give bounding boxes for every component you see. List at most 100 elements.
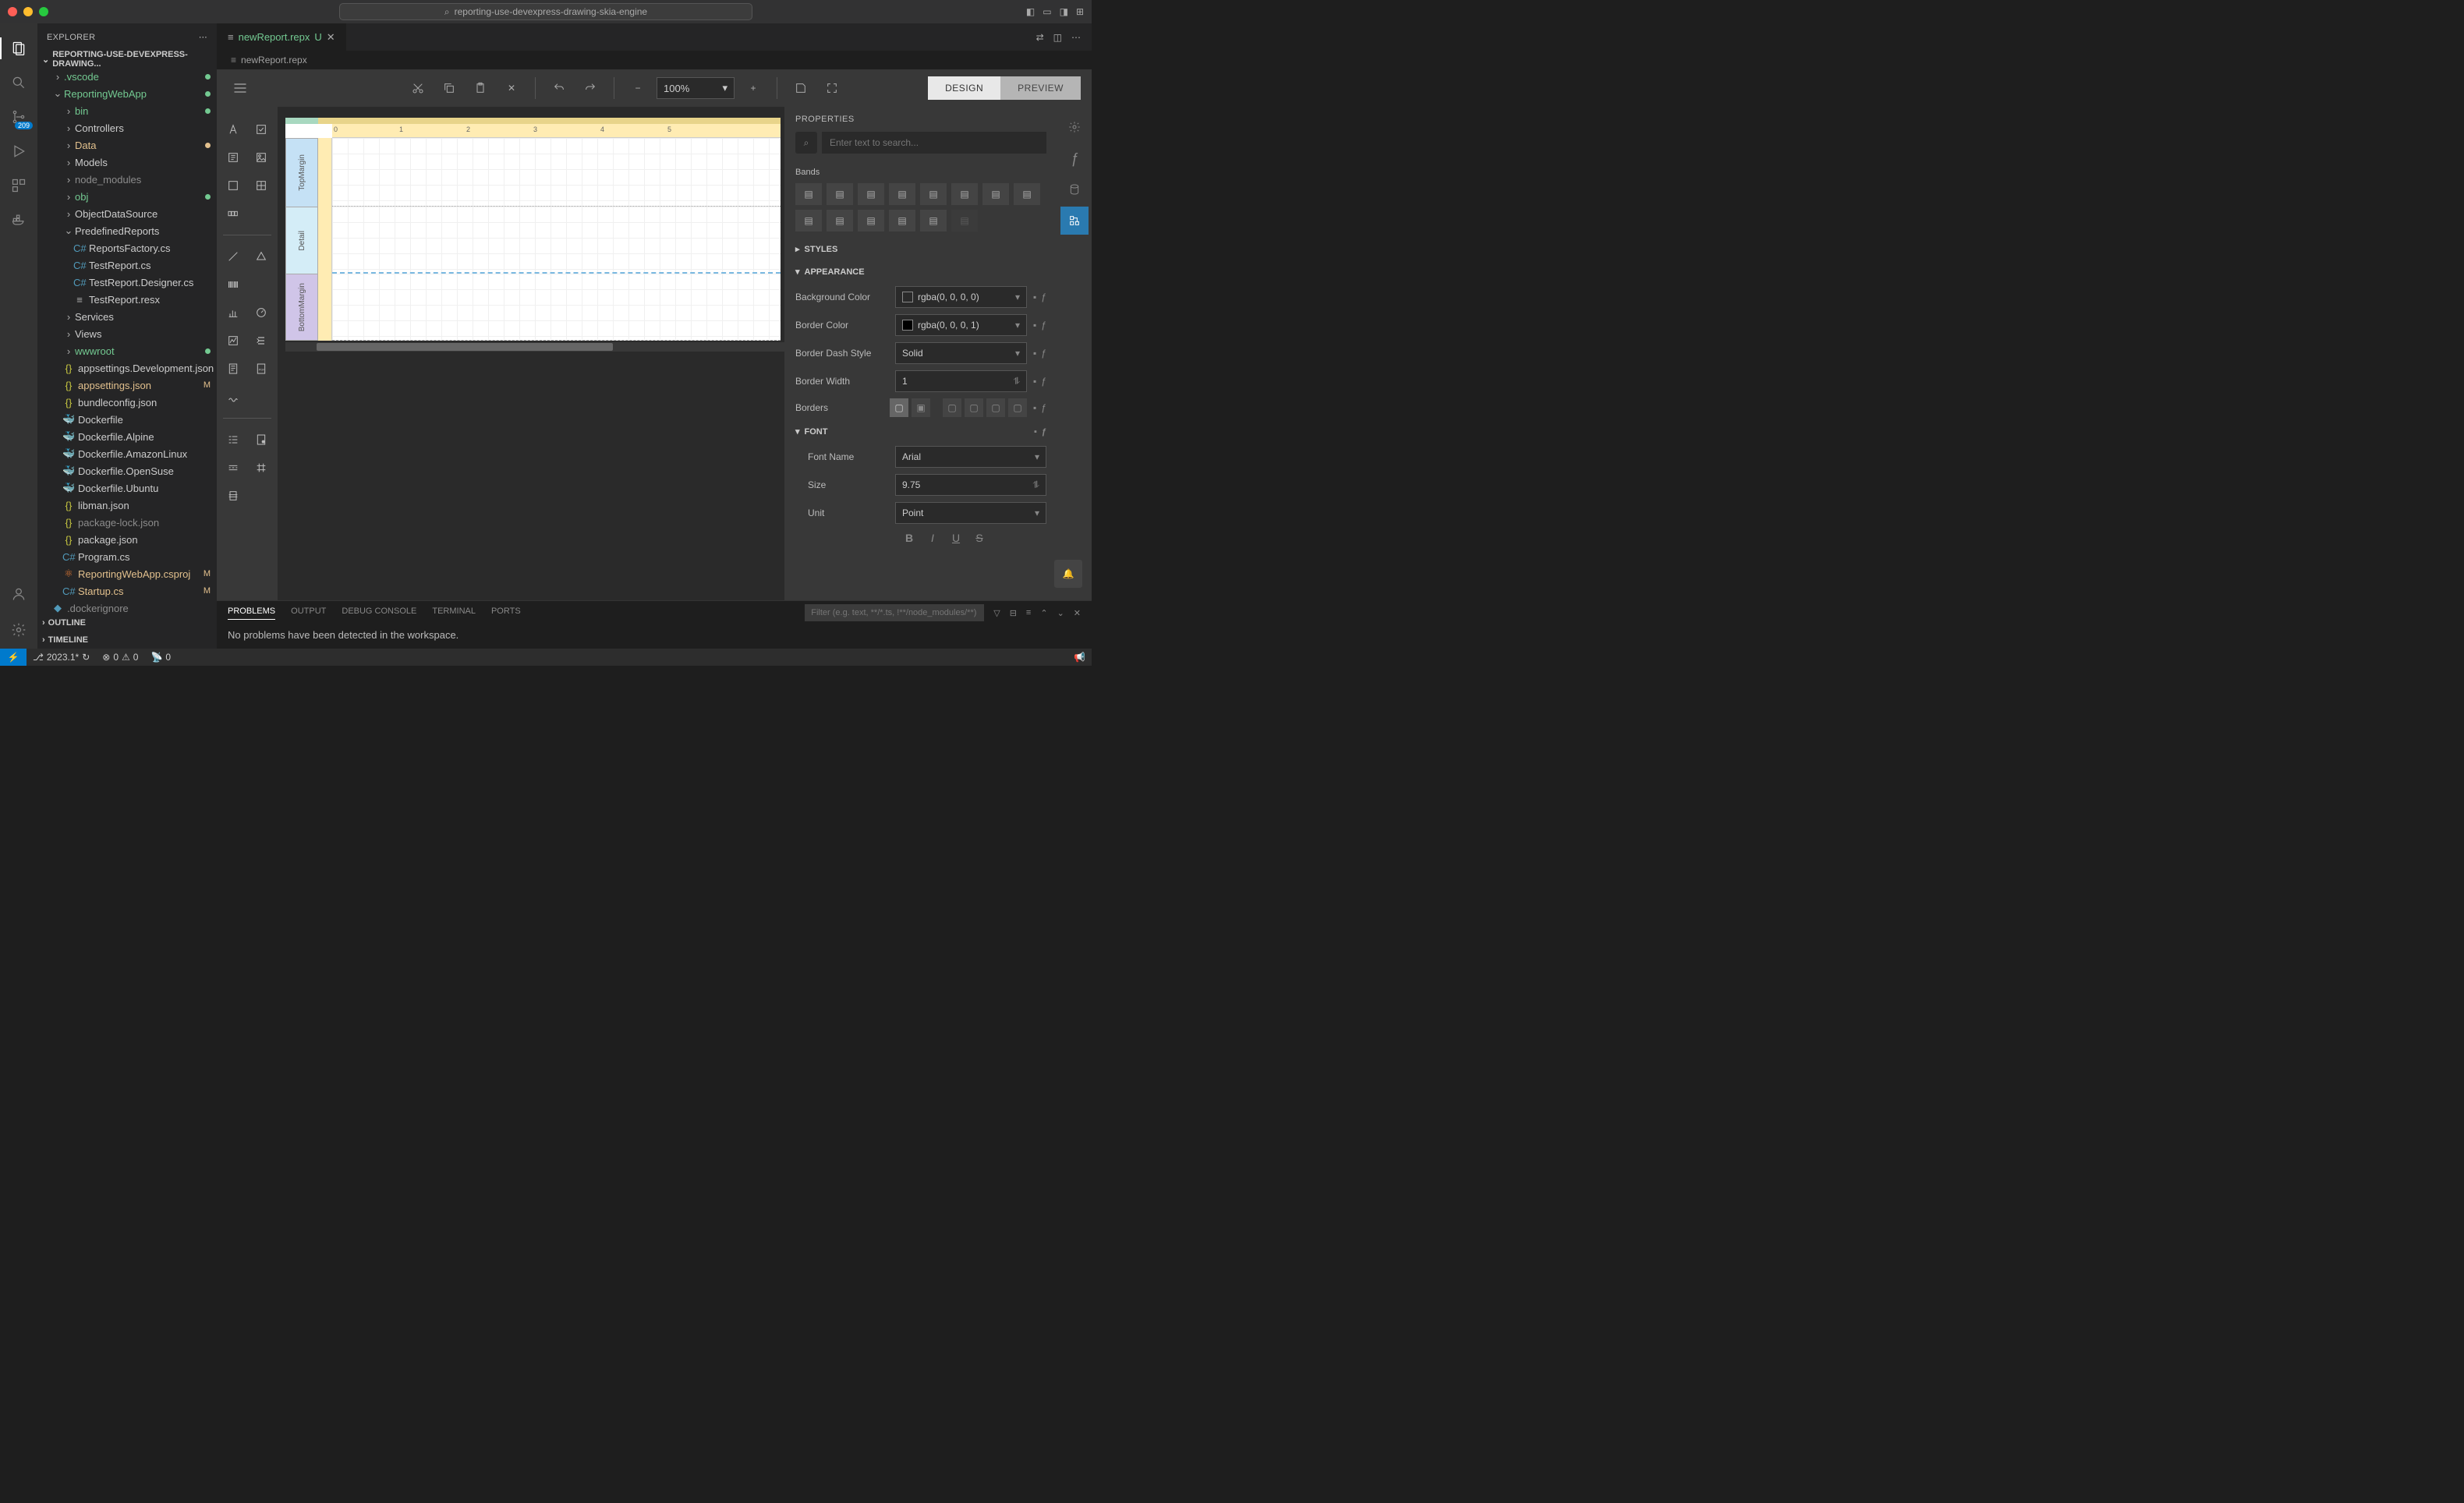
band-type-btn[interactable]: ▤: [795, 183, 822, 205]
strike-btn[interactable]: S: [972, 530, 987, 546]
source-control-icon[interactable]: 209: [8, 106, 30, 128]
tree-folder[interactable]: ›.vscode: [37, 68, 217, 85]
barcode-tool-icon[interactable]: [221, 273, 245, 296]
tree-folder[interactable]: ›obj: [37, 188, 217, 205]
band-label-topmargin[interactable]: TopMargin: [285, 138, 318, 207]
border-left-btn[interactable]: ▢: [943, 398, 961, 417]
band-label-detail[interactable]: Detail: [285, 207, 318, 274]
paste-icon[interactable]: [468, 76, 493, 101]
expression-icon[interactable]: ƒ: [1041, 292, 1046, 302]
git-branch[interactable]: ⎇ 2023.1* ↻: [27, 652, 96, 663]
problems-filter-input[interactable]: [805, 604, 984, 621]
italic-btn[interactable]: I: [925, 530, 940, 546]
tree-folder[interactable]: ›ObjectDataSource: [37, 205, 217, 222]
report-explorer-tab-icon[interactable]: [1060, 207, 1089, 235]
band-bottommargin[interactable]: [332, 274, 781, 341]
tree-folder[interactable]: ›bin: [37, 102, 217, 119]
extensions-icon[interactable]: [8, 175, 30, 196]
gauge-tool-icon[interactable]: [250, 301, 273, 324]
ports-status[interactable]: 📡 0: [144, 652, 177, 663]
band-detail[interactable]: [332, 207, 781, 274]
fullscreen-icon[interactable]: [820, 76, 844, 101]
border-color-input[interactable]: rgba(0, 0, 0, 1)▾: [895, 314, 1027, 336]
tree-folder[interactable]: ⌄PredefinedReports: [37, 222, 217, 239]
label-tool-icon[interactable]: [221, 118, 245, 141]
tree-folder[interactable]: ›Data: [37, 136, 217, 154]
appearance-section[interactable]: ▾ APPEARANCE: [784, 260, 1057, 283]
band-type-btn[interactable]: ▤: [920, 183, 947, 205]
expressions-tab-icon[interactable]: ƒ: [1060, 144, 1089, 172]
border-dash-input[interactable]: Solid▾: [895, 342, 1027, 364]
reset-icon[interactable]: ▪: [1033, 320, 1036, 331]
chart-tool-icon[interactable]: [221, 301, 245, 324]
collapse-icon[interactable]: ⊟: [1010, 608, 1017, 618]
preview-button[interactable]: PREVIEW: [1000, 76, 1081, 100]
reset-icon[interactable]: ▪: [1033, 402, 1036, 413]
scrollbar-horizontal[interactable]: [285, 342, 784, 352]
props-search-input[interactable]: [822, 132, 1046, 154]
tree-folder[interactable]: ›Controllers: [37, 119, 217, 136]
checkbox-tool-icon[interactable]: [250, 118, 273, 141]
reset-icon[interactable]: ▪: [1033, 292, 1036, 302]
debug-console-tab[interactable]: DEBUG CONSOLE: [342, 607, 416, 619]
docker-icon[interactable]: [8, 209, 30, 231]
signature-tool-icon[interactable]: [221, 385, 245, 408]
band-type-btn[interactable]: ▤: [920, 210, 947, 232]
subreport-tool-icon[interactable]: [221, 357, 245, 380]
design-button[interactable]: DESIGN: [928, 76, 1000, 100]
band-type-btn[interactable]: ▤: [795, 210, 822, 232]
chevron-down-icon[interactable]: ⌄: [1057, 608, 1064, 618]
project-section[interactable]: ⌄REPORTING-USE-DEVEXPRESS-DRAWING...: [37, 51, 217, 68]
compare-changes-icon[interactable]: ⇄: [1036, 32, 1044, 43]
band-type-btn[interactable]: ▤: [1014, 183, 1040, 205]
redo-icon[interactable]: [578, 76, 603, 101]
pagebreak-tool-icon[interactable]: [221, 456, 245, 479]
problems-tab[interactable]: PROBLEMS: [228, 607, 275, 620]
font-section[interactable]: ▾ FONT▪ƒ: [784, 420, 1057, 443]
outline-section[interactable]: ›OUTLINE: [37, 614, 217, 631]
tree-file[interactable]: {}package-lock.json: [37, 514, 217, 531]
errors-warnings[interactable]: ⊗ 0 ⚠ 0: [96, 652, 144, 663]
zoom-select[interactable]: 100%▾: [657, 77, 735, 99]
ruler-horizontal[interactable]: 0 1 2 3 4 5: [332, 124, 781, 138]
tree-folder[interactable]: ›Views: [37, 325, 217, 342]
borders-none-btn[interactable]: ▢: [890, 398, 908, 417]
tree-file[interactable]: ≡TestReport.resx: [37, 291, 217, 308]
panel-tool-icon[interactable]: [221, 174, 245, 197]
underline-btn[interactable]: U: [948, 530, 964, 546]
character-comb-tool-icon[interactable]: [221, 202, 245, 225]
crossband-tool-icon[interactable]: [250, 456, 273, 479]
band-type-btn[interactable]: ▤: [827, 210, 853, 232]
tree-file[interactable]: {}package.json: [37, 531, 217, 548]
expression-icon[interactable]: ƒ: [1041, 402, 1046, 413]
band-type-btn[interactable]: ▤: [889, 183, 915, 205]
tree-file[interactable]: ◆.dockerignore: [37, 599, 217, 614]
expression-icon[interactable]: ƒ: [1041, 348, 1046, 359]
minimize-window[interactable]: [23, 7, 33, 16]
font-size-input[interactable]: 9.75⥮: [895, 474, 1046, 496]
band-type-btn[interactable]: ▤: [858, 210, 884, 232]
layout-primary-icon[interactable]: ◧: [1026, 6, 1035, 17]
feedback-icon[interactable]: 📢: [1067, 652, 1092, 663]
tree-file[interactable]: C#TestReport.Designer.cs: [37, 274, 217, 291]
expression-icon[interactable]: ƒ: [1041, 320, 1046, 331]
view-as-tree-icon[interactable]: ≡: [1026, 608, 1031, 617]
editor-tab[interactable]: ≡ newReport.repx U ✕: [217, 23, 347, 51]
delete-icon[interactable]: ✕: [499, 76, 524, 101]
richtext-tool-icon[interactable]: [221, 146, 245, 169]
tree-file[interactable]: {}appsettings.jsonM: [37, 377, 217, 394]
tree-file[interactable]: {}appsettings.Development.json: [37, 359, 217, 377]
undo-icon[interactable]: [547, 76, 572, 101]
tree-folder[interactable]: ⌄ReportingWebApp: [37, 85, 217, 102]
cut-icon[interactable]: [405, 76, 430, 101]
sparkline-tool-icon[interactable]: [221, 329, 245, 352]
shape-tool-icon[interactable]: [250, 245, 273, 268]
band-label-bottommargin[interactable]: BottomMargin: [285, 274, 318, 341]
split-editor-icon[interactable]: ◫: [1053, 32, 1062, 43]
border-width-input[interactable]: 1⥮: [895, 370, 1027, 392]
tree-folder[interactable]: ›wwwroot: [37, 342, 217, 359]
command-center[interactable]: ⌕ reporting-use-devexpress-drawing-skia-…: [339, 3, 752, 20]
explorer-icon[interactable]: [8, 37, 30, 59]
account-icon[interactable]: [8, 583, 30, 605]
band-type-btn[interactable]: ▤: [858, 183, 884, 205]
